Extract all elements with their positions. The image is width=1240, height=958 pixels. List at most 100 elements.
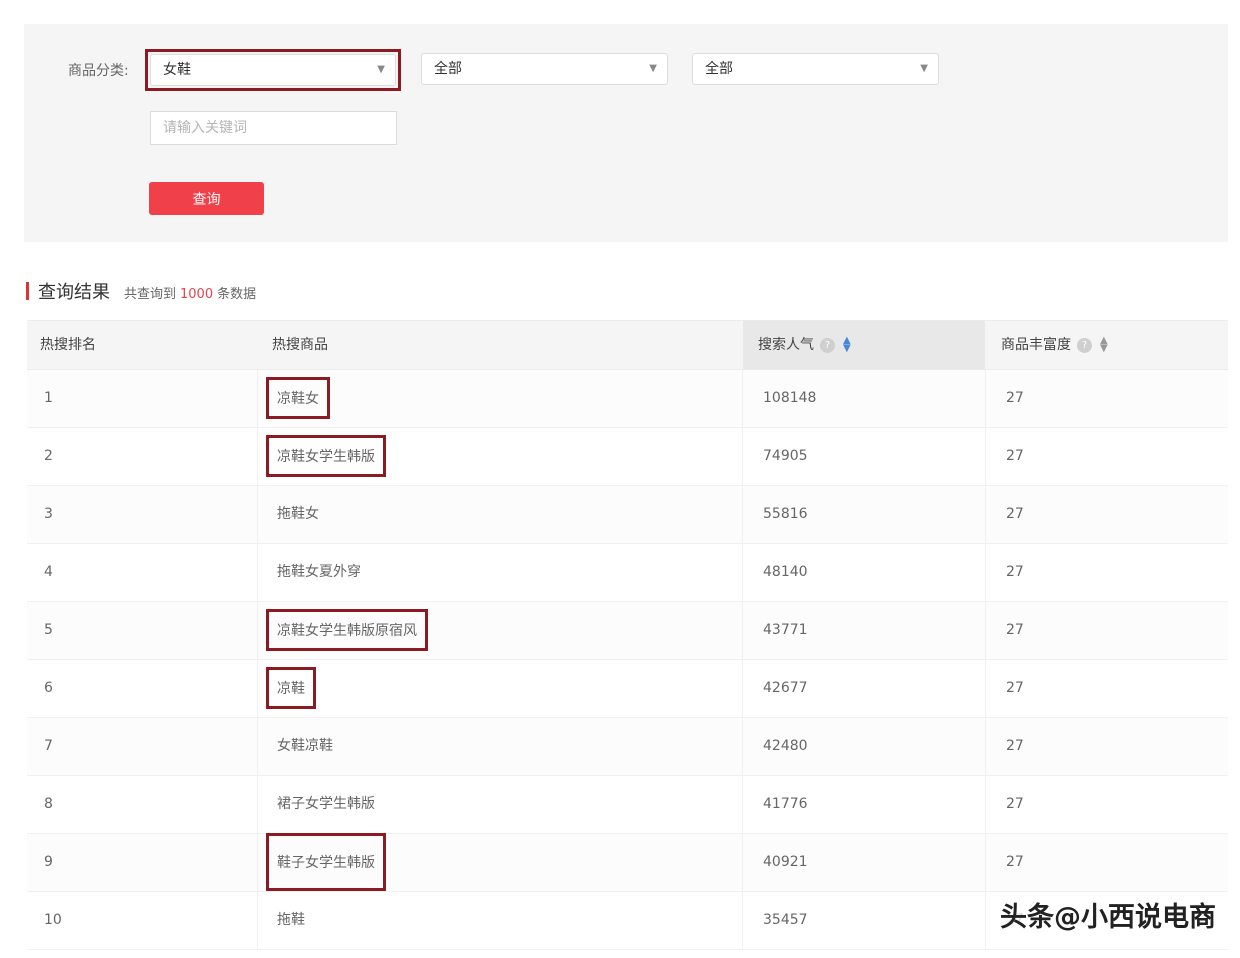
cell-popularity: 55816 [763, 486, 808, 543]
table-row: 5 凉鞋女学生韩版原宿风 43771 27 [27, 602, 1228, 660]
table-row: 4 拖鞋女夏外穿 48140 27 [27, 544, 1228, 602]
cell-popularity-text: 74905 [763, 448, 808, 464]
cell-product[interactable]: 裙子女学生韩版 [277, 776, 383, 833]
cell-rank: 10 [44, 892, 62, 949]
cell-product[interactable]: 凉鞋女 [266, 370, 330, 427]
cell-rank: 3 [44, 486, 53, 543]
cell-product[interactable]: 拖鞋女 [277, 486, 327, 543]
column-divider [257, 486, 258, 543]
cell-richness-text: 27 [1006, 680, 1024, 696]
cell-product-text: 凉鞋女学生韩版 [266, 435, 386, 477]
column-divider [742, 544, 743, 601]
cell-rank: 2 [44, 428, 53, 485]
column-divider [742, 834, 743, 891]
header-richness[interactable]: 商品丰富度? ▲ ▼ [1001, 321, 1108, 369]
cell-richness-text: 27 [1006, 448, 1024, 464]
header-richness-label: 商品丰富度 [1001, 337, 1071, 353]
results-title: 查询结果 [38, 282, 110, 303]
cell-rank: 7 [44, 718, 53, 775]
cell-richness-text: 27 [1006, 622, 1024, 638]
results-table: 热搜排名 热搜商品 搜索人气? ▲ ▼ 商品丰富度? ▲ ▼ 1 凉鞋女 108148 27 2… [27, 320, 1228, 950]
cell-popularity: 48140 [763, 544, 808, 601]
category-secondary-select[interactable]: 全部 ▼ [421, 53, 668, 85]
column-divider [257, 660, 258, 717]
table-row: 1 凉鞋女 108148 27 [27, 370, 1228, 428]
column-divider [985, 892, 986, 949]
column-divider [985, 486, 986, 543]
cell-product-text: 拖鞋女夏外穿 [277, 564, 361, 580]
query-button[interactable]: 查询 [149, 182, 264, 215]
help-icon[interactable]: ? [820, 337, 835, 353]
category-secondary-value: 全部 [434, 61, 462, 77]
cell-product-text: 鞋子女学生韩版 [266, 833, 386, 891]
cell-rank-text: 8 [44, 796, 53, 812]
column-divider [257, 718, 258, 775]
cell-product-text: 凉鞋女学生韩版原宿风 [266, 609, 428, 651]
cell-product-text: 拖鞋 [277, 912, 305, 928]
cell-popularity-text: 42677 [763, 680, 808, 696]
header-popularity[interactable]: 搜索人气? ▲ ▼ [743, 321, 985, 369]
cell-popularity: 35457 [763, 892, 808, 949]
chevron-down-icon: ▼ [920, 63, 928, 74]
column-divider [985, 834, 986, 891]
cell-richness-text: 27 [1006, 854, 1024, 870]
cell-rank-text: 6 [44, 680, 53, 696]
annotation-highlight-box [145, 49, 401, 91]
cell-popularity-text: 108148 [763, 390, 817, 406]
cell-rank-text: 2 [44, 448, 53, 464]
cell-rank-text: 5 [44, 622, 53, 638]
category-label: 商品分类: [68, 63, 129, 79]
keyword-input[interactable] [150, 111, 397, 145]
cell-rank: 1 [44, 370, 53, 427]
results-count-prefix: 共查询到 [124, 287, 177, 302]
cell-popularity-text: 48140 [763, 564, 808, 580]
cell-popularity: 43771 [763, 602, 808, 659]
cell-product[interactable]: 拖鞋女夏外穿 [277, 544, 369, 601]
cell-rank-text: 1 [44, 390, 53, 406]
sort-icon[interactable]: ▲ ▼ [1100, 336, 1108, 354]
cell-popularity: 74905 [763, 428, 808, 485]
cell-richness-text: 27 [1006, 506, 1024, 522]
column-divider [742, 776, 743, 833]
header-popularity-label: 搜索人气 [758, 337, 814, 353]
table-row: 6 凉鞋 42677 27 [27, 660, 1228, 718]
cell-product[interactable]: 凉鞋女学生韩版原宿风 [266, 602, 428, 659]
watermark: 头条@小西说电商 [1000, 902, 1216, 933]
cell-product[interactable]: 凉鞋 [266, 660, 316, 717]
cell-rank-text: 4 [44, 564, 53, 580]
section-accent-bar [26, 282, 29, 300]
cell-popularity-text: 41776 [763, 796, 808, 812]
cell-product[interactable]: 拖鞋 [277, 892, 313, 949]
cell-product-text: 凉鞋女 [266, 377, 330, 419]
cell-rank-text: 7 [44, 738, 53, 754]
sort-icon[interactable]: ▲ ▼ [843, 336, 851, 354]
cell-richness: 27 [1006, 718, 1024, 775]
help-icon[interactable]: ? [1077, 337, 1092, 353]
table-row: 9 鞋子女学生韩版 40921 27 [27, 833, 1228, 892]
cell-rank-text: 9 [44, 854, 53, 870]
cell-popularity: 41776 [763, 776, 808, 833]
column-divider [257, 834, 258, 891]
cell-popularity: 108148 [763, 370, 816, 427]
column-divider [257, 892, 258, 949]
category-tertiary-select[interactable]: 全部 ▼ [692, 53, 939, 85]
cell-product-text: 凉鞋 [266, 667, 316, 709]
header-product: 热搜商品 [272, 337, 328, 353]
cell-rank: 6 [44, 660, 53, 717]
cell-richness: 27 [1006, 660, 1024, 717]
column-divider [742, 718, 743, 775]
column-divider [257, 544, 258, 601]
cell-product[interactable]: 凉鞋女学生韩版 [266, 428, 386, 485]
cell-richness: 27 [1006, 370, 1024, 427]
column-divider [985, 544, 986, 601]
cell-rank: 8 [44, 776, 53, 833]
cell-richness-text: 27 [1006, 564, 1024, 580]
column-divider [742, 660, 743, 717]
category-tertiary-value: 全部 [705, 61, 733, 77]
column-divider [742, 486, 743, 543]
cell-richness: 27 [1006, 834, 1024, 891]
cell-popularity-text: 40921 [763, 854, 808, 870]
cell-richness: 27 [1006, 602, 1024, 659]
cell-product[interactable]: 女鞋凉鞋 [277, 718, 341, 775]
cell-product[interactable]: 鞋子女学生韩版 [266, 833, 386, 891]
